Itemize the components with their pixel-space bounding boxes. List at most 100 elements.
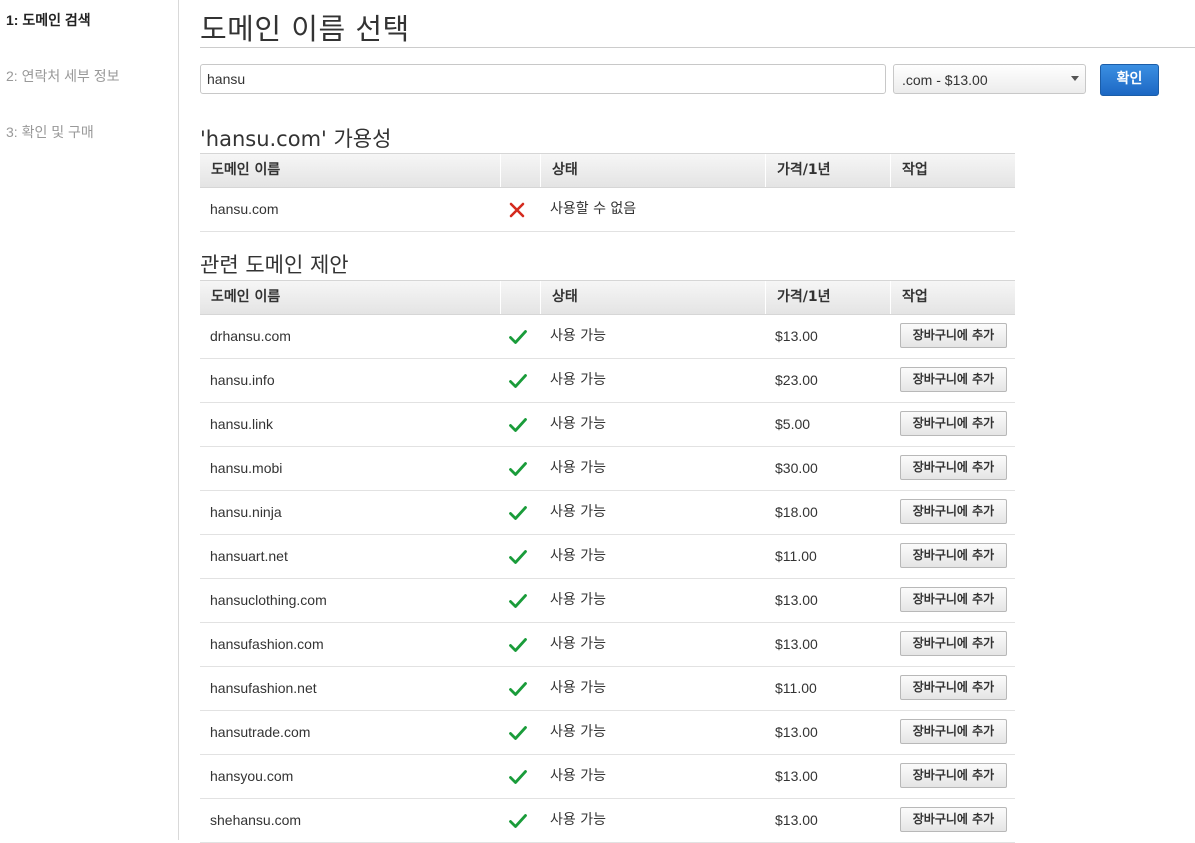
availability-status: 사용 가능 (550, 416, 606, 432)
table-row: drhansu.com 사용 가능 $13.00 장바구니에 추가 (200, 315, 1015, 359)
domain-name: hansutrade.com (210, 724, 311, 740)
table-row: hansu.ninja 사용 가능 $18.00 장바구니에 추가 (200, 491, 1015, 535)
domain-name: hansyou.com (210, 768, 294, 784)
domain-name: hansu.info (210, 372, 275, 388)
price: $11.00 (775, 680, 817, 696)
domain-name: hansuclothing.com (210, 592, 327, 608)
price: $30.00 (775, 460, 818, 476)
availability-status: 사용 가능 (550, 372, 606, 388)
check-icon (509, 404, 527, 445)
add-to-cart-button[interactable]: 장바구니에 추가 (900, 631, 1007, 656)
check-icon (509, 712, 527, 753)
page-title: 도메인 이름 선택 (200, 12, 410, 46)
check-icon (509, 580, 527, 621)
availability-table: 도메인 이름 상태 가격/1년 작업 hansu.com 사용할 수 없음 (200, 153, 1015, 232)
table-row: hansuclothing.com 사용 가능 $13.00 장바구니에 추가 (200, 579, 1015, 623)
domain-name: hansu.ninja (210, 504, 282, 520)
add-to-cart-button[interactable]: 장바구니에 추가 (900, 719, 1007, 744)
table-row: hansuart.net 사용 가능 $11.00 장바구니에 추가 (200, 535, 1015, 579)
price: $13.00 (775, 812, 818, 828)
table-row: hansyou.com 사용 가능 $13.00 장바구니에 추가 (200, 755, 1015, 799)
price: $5.00 (775, 416, 811, 432)
table-row: hansutrade.com 사용 가능 $13.00 장바구니에 추가 (200, 711, 1015, 755)
check-icon (509, 800, 527, 841)
step-2-contact-details[interactable]: 2: 연락처 세부 정보 (6, 66, 120, 86)
step-sidebar: 1: 도메인 검색 2: 연락처 세부 정보 3: 확인 및 구매 (0, 0, 179, 840)
column-header-price: 가격/1년 (765, 154, 890, 187)
table-row: hansu.mobi 사용 가능 $30.00 장바구니에 추가 (200, 447, 1015, 491)
table-row: hansufashion.net 사용 가능 $11.00 장바구니에 추가 (200, 667, 1015, 711)
tld-select-value: .com - $13.00 (902, 72, 988, 88)
check-icon (509, 448, 527, 489)
availability-status: 사용 가능 (550, 812, 606, 828)
domain-name: hansu.link (210, 416, 274, 432)
add-to-cart-button[interactable]: 장바구니에 추가 (900, 763, 1007, 788)
check-icon (509, 316, 527, 357)
column-header-action: 작업 (890, 281, 1015, 314)
column-header-domain: 도메인 이름 (211, 289, 281, 305)
availability-status: 사용 가능 (550, 548, 606, 564)
add-to-cart-button[interactable]: 장바구니에 추가 (900, 807, 1007, 832)
step-3-confirm-purchase[interactable]: 3: 확인 및 구매 (6, 122, 94, 142)
column-header-action: 작업 (890, 154, 1015, 187)
suggestions-heading: 관련 도메인 제안 (200, 253, 349, 277)
table-row: hansufashion.com 사용 가능 $13.00 장바구니에 추가 (200, 623, 1015, 667)
confirm-button[interactable]: 확인 (1100, 64, 1159, 96)
availability-status: 사용 가능 (550, 768, 606, 784)
availability-status: 사용 가능 (550, 460, 606, 476)
check-icon (509, 492, 527, 533)
price: $13.00 (775, 636, 818, 652)
chevron-down-icon (1071, 76, 1079, 81)
domain-search-input[interactable] (200, 64, 886, 94)
add-to-cart-button[interactable]: 장바구니에 추가 (900, 587, 1007, 612)
price: $23.00 (775, 372, 818, 388)
domain-name: drhansu.com (210, 328, 291, 344)
table-row: shehansu.com 사용 가능 $13.00 장바구니에 추가 (200, 799, 1015, 843)
add-to-cart-button[interactable]: 장바구니에 추가 (900, 675, 1007, 700)
main-content: 도메인 이름 선택 .com - $13.00 확인 'hansu.com' 가… (200, 0, 1195, 843)
column-header-icon (500, 281, 540, 314)
domain-name: shehansu.com (210, 812, 302, 828)
domain-name: hansufashion.com (210, 636, 324, 652)
availability-status: 사용할 수 없음 (550, 201, 637, 217)
availability-heading: 'hansu.com' 가용성 (200, 127, 392, 151)
price: $13.00 (775, 592, 818, 608)
price: $13.00 (775, 724, 818, 740)
column-header-status: 상태 (540, 281, 765, 314)
price: $13.00 (775, 328, 818, 344)
title-divider (200, 47, 1195, 48)
price: $13.00 (775, 768, 818, 784)
add-to-cart-button[interactable]: 장바구니에 추가 (900, 455, 1007, 480)
table-header: 도메인 이름 상태 가격/1년 작업 (200, 153, 1015, 188)
tld-select[interactable]: .com - $13.00 (893, 64, 1086, 94)
availability-rows: hansu.com 사용할 수 없음 (200, 188, 1015, 232)
suggestion-rows: drhansu.com 사용 가능 $13.00 장바구니에 추가 hansu.info… (200, 315, 1015, 843)
column-header-status: 상태 (540, 154, 765, 187)
table-header: 도메인 이름 상태 가격/1년 작업 (200, 280, 1015, 315)
column-header-domain: 도메인 이름 (211, 162, 281, 178)
add-to-cart-button[interactable]: 장바구니에 추가 (900, 367, 1007, 392)
column-header-icon (500, 154, 540, 187)
check-icon (509, 536, 527, 577)
availability-status: 사용 가능 (550, 680, 606, 696)
check-icon (509, 756, 527, 797)
step-1-domain-search[interactable]: 1: 도메인 검색 (6, 10, 91, 30)
price: $18.00 (775, 504, 818, 520)
availability-status: 사용 가능 (550, 724, 606, 740)
check-icon (509, 624, 527, 665)
availability-status: 사용 가능 (550, 592, 606, 608)
availability-status: 사용 가능 (550, 328, 606, 344)
table-row: hansu.com 사용할 수 없음 (200, 188, 1015, 232)
table-row: hansu.info 사용 가능 $23.00 장바구니에 추가 (200, 359, 1015, 403)
availability-status: 사용 가능 (550, 504, 606, 520)
check-icon (509, 668, 527, 709)
add-to-cart-button[interactable]: 장바구니에 추가 (900, 411, 1007, 436)
check-icon (509, 360, 527, 401)
domain-name: hansu.com (210, 201, 279, 217)
suggestions-table: 도메인 이름 상태 가격/1년 작업 drhansu.com 사용 가능 $13.0… (200, 280, 1015, 843)
cross-icon (509, 189, 527, 230)
add-to-cart-button[interactable]: 장바구니에 추가 (900, 543, 1007, 568)
availability-status: 사용 가능 (550, 636, 606, 652)
add-to-cart-button[interactable]: 장바구니에 추가 (900, 499, 1007, 524)
add-to-cart-button[interactable]: 장바구니에 추가 (900, 323, 1007, 348)
